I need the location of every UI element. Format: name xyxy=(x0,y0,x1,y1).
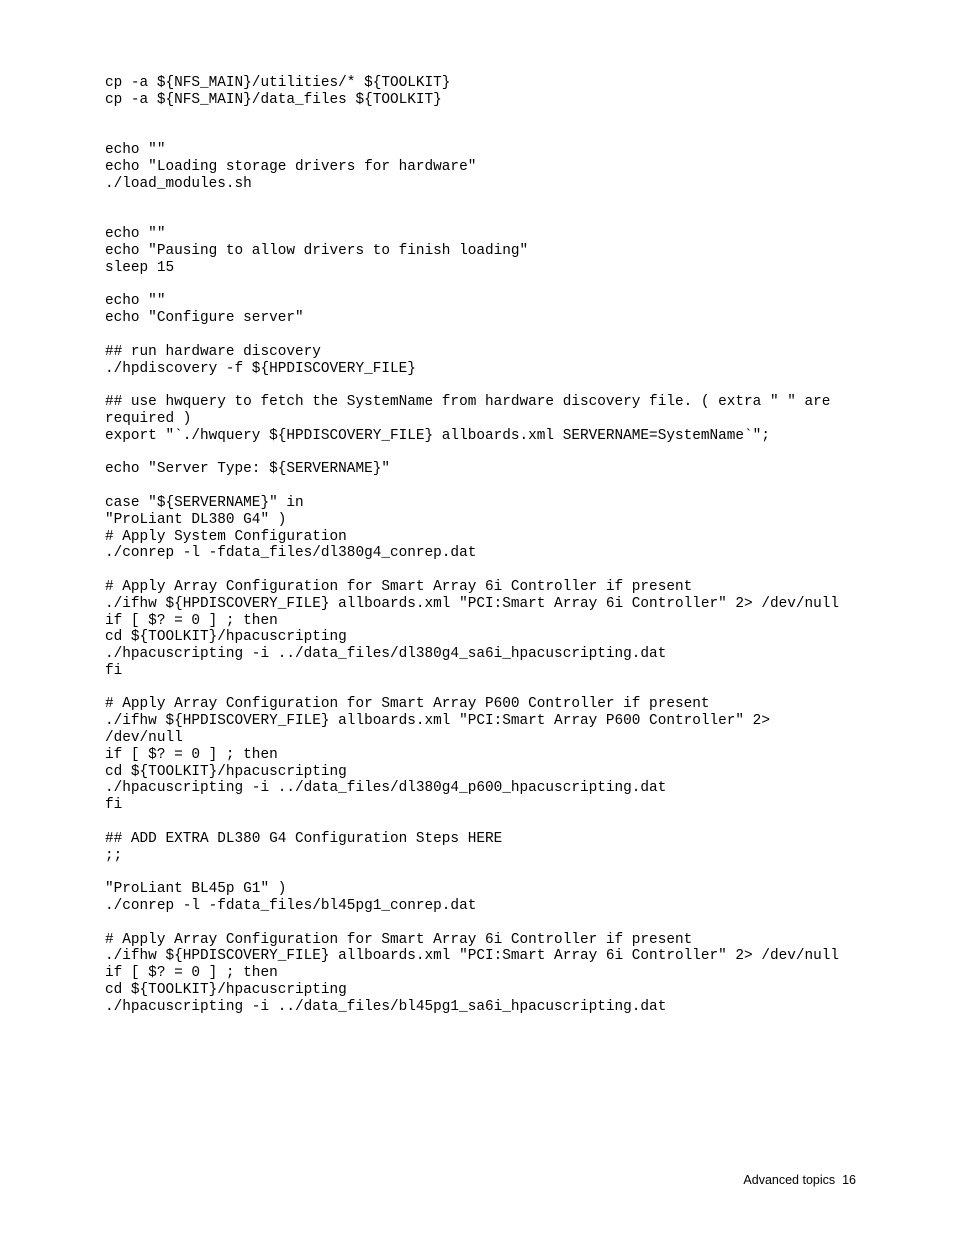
page-footer: Advanced topics 16 xyxy=(743,1173,856,1187)
document-page: cp -a ${NFS_MAIN}/utilities/* ${TOOLKIT}… xyxy=(0,0,954,1235)
footer-page-number: 16 xyxy=(842,1173,856,1187)
code-listing: cp -a ${NFS_MAIN}/utilities/* ${TOOLKIT}… xyxy=(105,75,856,1016)
footer-section: Advanced topics xyxy=(743,1173,835,1187)
